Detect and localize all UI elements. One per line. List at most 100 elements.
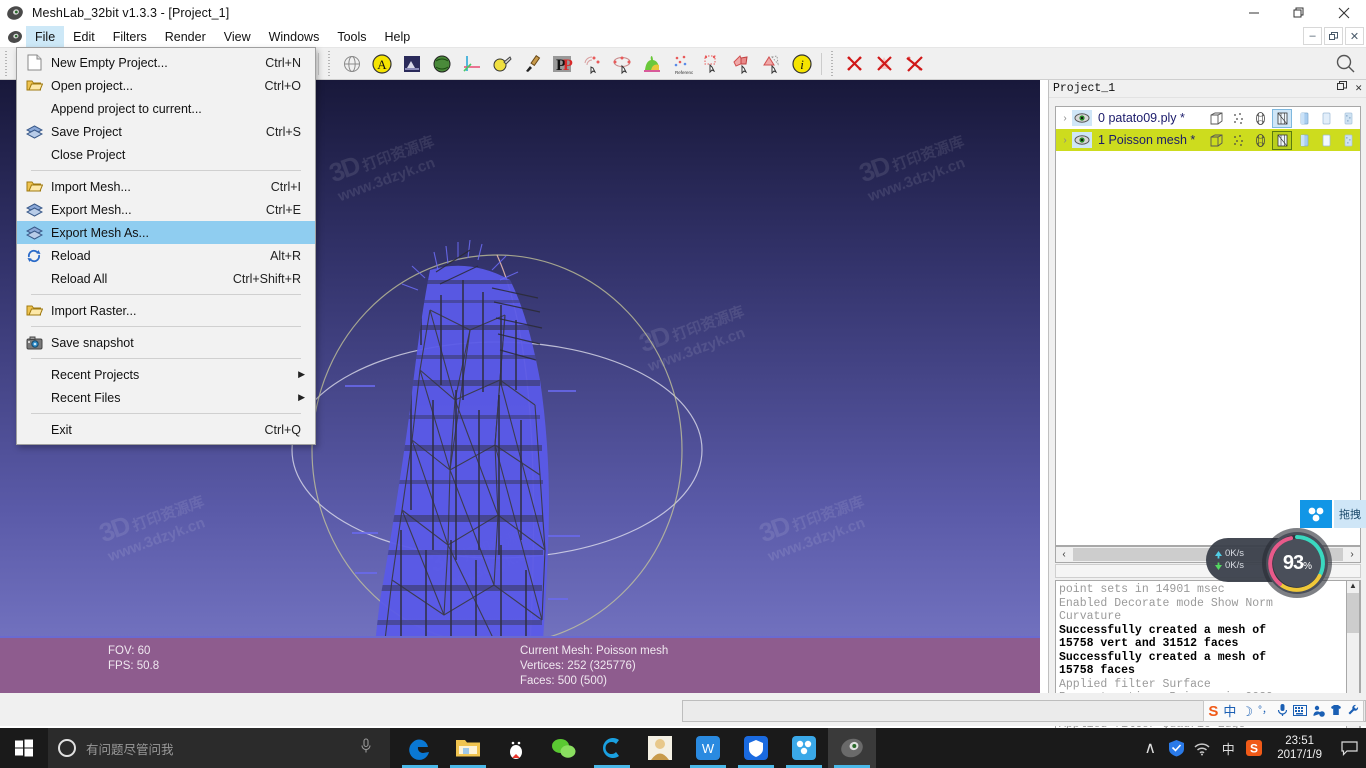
points-icon[interactable] xyxy=(1228,131,1248,150)
close-button[interactable] xyxy=(1321,0,1366,26)
scroll-up-icon[interactable]: ▲ xyxy=(1347,581,1359,593)
show-hidden-icons-button[interactable]: ∧ xyxy=(1137,738,1163,758)
wire-icon[interactable] xyxy=(1250,109,1270,128)
menu-item-append-project[interactable]: Append project to current... xyxy=(17,97,315,120)
taskbar-clock[interactable]: 23:51 2017/1/9 xyxy=(1267,734,1332,762)
points-icon[interactable] xyxy=(1228,109,1248,128)
mdi-minimize-button[interactable]: – xyxy=(1303,27,1322,45)
taskbar-qq-icon[interactable] xyxy=(492,728,540,768)
menu-help[interactable]: Help xyxy=(376,26,420,47)
select-connected-icon[interactable] xyxy=(608,50,636,78)
menu-item-save-project[interactable]: Save Project Ctrl+S xyxy=(17,120,315,143)
align-reference-icon[interactable]: Reference xyxy=(668,50,696,78)
punctuation-icon[interactable]: °， xyxy=(1258,706,1272,716)
menu-windows[interactable]: Windows xyxy=(260,26,329,47)
menu-item-open-project[interactable]: Open project... Ctrl+O xyxy=(17,74,315,97)
menu-item-recent-files[interactable]: Recent Files ▶ xyxy=(17,386,315,409)
flat-icon[interactable] xyxy=(1294,109,1314,128)
scroll-left-icon[interactable]: ‹ xyxy=(1056,549,1072,560)
taskbar-meshlab-icon[interactable] xyxy=(828,728,876,768)
menu-item-exit[interactable]: Exit Ctrl+Q xyxy=(17,418,315,441)
sogou-logo-icon[interactable]: S xyxy=(1208,704,1218,719)
file-menu-dropdown[interactable]: New Empty Project... Ctrl+N Open project… xyxy=(16,47,316,445)
render-texture-icon[interactable] xyxy=(398,50,426,78)
windows-start-icon[interactable] xyxy=(0,728,48,768)
toolbar-grip-2[interactable] xyxy=(326,50,334,77)
smooth-icon[interactable] xyxy=(1316,131,1336,150)
layer-row-1[interactable]: › 1 Poisson mesh * xyxy=(1056,129,1360,151)
wire-icon[interactable] xyxy=(1250,131,1270,150)
delete-faces-icon[interactable] xyxy=(871,50,899,78)
soft-keyboard-icon[interactable] xyxy=(1293,704,1307,718)
menu-item-close-project[interactable]: Close Project xyxy=(17,143,315,166)
hidden-lines-icon[interactable] xyxy=(1272,108,1292,128)
select-vertex-icon[interactable] xyxy=(578,50,606,78)
delete-faces-vertices-icon[interactable] xyxy=(901,50,929,78)
delete-vertices-icon[interactable] xyxy=(841,50,869,78)
menu-item-export-mesh-as[interactable]: Export Mesh As... xyxy=(17,221,315,244)
menu-edit[interactable]: Edit xyxy=(64,26,104,47)
taskbar-baidu-netdisk-icon[interactable] xyxy=(780,728,828,768)
menu-filters[interactable]: Filters xyxy=(104,26,156,47)
dock-close-button[interactable]: ✕ xyxy=(1355,81,1362,95)
taskbar-edge-icon[interactable] xyxy=(396,728,444,768)
vscroll-thumb[interactable] xyxy=(1347,593,1359,633)
toolbox-icon[interactable] xyxy=(1312,704,1325,719)
smooth-icon[interactable] xyxy=(1316,109,1336,128)
scroll-right-icon[interactable]: › xyxy=(1344,549,1360,560)
taskbar-file-explorer-icon[interactable] xyxy=(444,728,492,768)
texture-icon[interactable] xyxy=(1338,109,1358,128)
menu-item-import-raster[interactable]: Import Raster... xyxy=(17,299,315,322)
select-faces-icon[interactable] xyxy=(758,50,786,78)
layer-row-0[interactable]: › 0 patato09.ply * xyxy=(1056,107,1360,129)
bbox-icon[interactable] xyxy=(1206,131,1226,150)
chinese-mode-icon[interactable]: 中 xyxy=(1223,705,1236,718)
expander-icon[interactable]: › xyxy=(1058,113,1072,124)
toolbar-grip-3[interactable] xyxy=(829,50,837,77)
toolbar-grip[interactable] xyxy=(3,50,11,77)
cortana-search-box[interactable]: 有问题尽管问我 xyxy=(48,728,390,768)
mdi-close-button[interactable]: ✕ xyxy=(1345,27,1364,45)
wifi-icon[interactable] xyxy=(1189,740,1215,756)
moon-icon[interactable]: ☽ xyxy=(1241,705,1253,718)
globe-trackball-icon[interactable] xyxy=(338,50,366,78)
menu-tools[interactable]: Tools xyxy=(328,26,375,47)
taskbar-wps-writer-icon[interactable]: W xyxy=(684,728,732,768)
bunny-quality-icon[interactable] xyxy=(638,50,666,78)
color-paint-icon[interactable] xyxy=(488,50,516,78)
download-progress-ring[interactable]: 93% xyxy=(1266,532,1328,594)
menu-item-save-snapshot[interactable]: Save snapshot xyxy=(17,331,315,354)
axis-icon[interactable] xyxy=(458,50,486,78)
menu-item-reload[interactable]: Reload Alt+R xyxy=(17,244,315,267)
menu-item-export-mesh[interactable]: Export Mesh... Ctrl+E xyxy=(17,198,315,221)
menu-item-reload-all[interactable]: Reload All Ctrl+Shift+R xyxy=(17,267,315,290)
mdi-restore-button[interactable] xyxy=(1324,27,1343,45)
ime-chinese-icon[interactable]: 中 xyxy=(1215,739,1241,758)
visibility-eye-icon[interactable] xyxy=(1072,110,1092,126)
skin-icon[interactable] xyxy=(1330,704,1342,718)
visibility-eye-icon[interactable] xyxy=(1072,132,1092,148)
maximize-button[interactable] xyxy=(1276,0,1321,26)
taskbar-photo-viewer-icon[interactable] xyxy=(636,728,684,768)
tencent-shield-icon[interactable] xyxy=(1163,739,1189,757)
dock-float-button[interactable] xyxy=(1337,81,1348,95)
texture-icon[interactable] xyxy=(1338,131,1358,150)
menu-file[interactable]: File xyxy=(26,26,65,47)
paint-brush-icon[interactable] xyxy=(518,50,546,78)
menu-view[interactable]: View xyxy=(215,26,260,47)
select-rect-icon[interactable] xyxy=(728,50,756,78)
layer-tree[interactable]: › 0 patato09.ply * › 1 Poisson mesh * xyxy=(1055,106,1361,546)
minimize-button[interactable] xyxy=(1231,0,1276,26)
menu-render[interactable]: Render xyxy=(156,26,215,47)
microphone-icon[interactable] xyxy=(360,737,372,759)
pick-points-icon[interactable]: PP xyxy=(548,50,576,78)
hidden-lines-icon[interactable] xyxy=(1272,130,1292,150)
info-icon[interactable]: i xyxy=(788,50,816,78)
sogou-tray-icon[interactable]: S xyxy=(1241,739,1267,757)
expander-icon[interactable]: › xyxy=(1058,135,1072,146)
bbox-icon[interactable] xyxy=(1206,109,1226,128)
show-quoted-box-icon[interactable] xyxy=(428,50,456,78)
menu-item-recent-projects[interactable]: Recent Projects ▶ xyxy=(17,363,315,386)
measure-icon[interactable] xyxy=(698,50,726,78)
taskbar-wechat-icon[interactable] xyxy=(540,728,588,768)
